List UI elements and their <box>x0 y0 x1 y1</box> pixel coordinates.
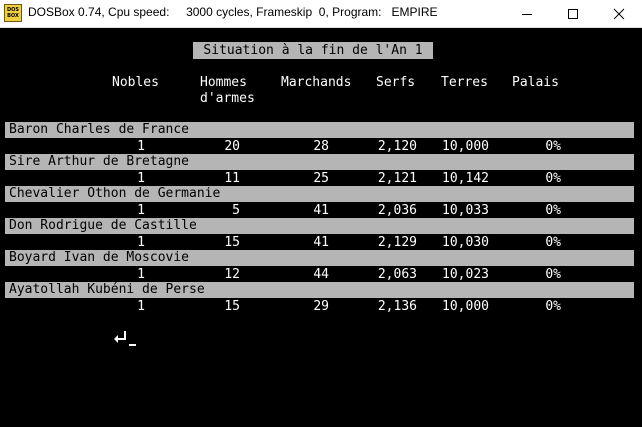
player-terres-value: 10,000 <box>442 299 489 314</box>
window-title: DOSBox 0.74, Cpu speed: 3000 cycles, Fra… <box>28 5 438 19</box>
player-marchands-value: 44 <box>313 267 329 282</box>
year-summary-heading: Situation à la fin de l'An 1 <box>193 42 433 59</box>
player-name-bar: Boyard Ivan de Moscovie <box>5 250 634 266</box>
player-nobles-value: 1 <box>137 171 145 186</box>
player-hommes-value: 15 <box>224 299 240 314</box>
player-palais-value: 0% <box>545 267 561 282</box>
player-palais-value: 0% <box>545 171 561 186</box>
player-serfs-value: 2,129 <box>377 235 417 250</box>
player-hommes-value: 12 <box>224 267 240 282</box>
column-header-marchands: Marchands <box>281 75 352 90</box>
enter-key-icon <box>114 331 136 346</box>
player-marchands-value: 28 <box>313 139 329 154</box>
player-serfs-value: 2,121 <box>377 171 417 186</box>
player-palais-value: 0% <box>545 203 561 218</box>
player-terres-value: 10,030 <box>442 235 489 250</box>
player-palais-value: 0% <box>545 299 561 314</box>
player-hommes-value: 15 <box>224 235 240 250</box>
player-palais-value: 0% <box>545 235 561 250</box>
player-nobles-value: 1 <box>137 139 145 154</box>
player-serfs-value: 2,063 <box>377 267 417 282</box>
player-name-bar: Chevalier Othon de Germanie <box>5 186 634 202</box>
player-marchands-value: 41 <box>313 203 329 218</box>
player-terres-value: 10,023 <box>442 267 489 282</box>
column-header-serfs: Serfs <box>376 75 416 90</box>
maximize-icon <box>568 9 578 19</box>
player-serfs-value: 2,120 <box>377 139 417 154</box>
maximize-button[interactable] <box>550 0 596 28</box>
player-name-bar: Ayatollah Kubéni de Perse <box>5 282 634 298</box>
player-terres-value: 10,142 <box>442 171 489 186</box>
player-marchands-value: 25 <box>313 171 329 186</box>
player-marchands-value: 41 <box>313 235 329 250</box>
player-hommes-value: 11 <box>224 171 240 186</box>
player-serfs-value: 2,136 <box>377 299 417 314</box>
window-titlebar[interactable]: DOS BOX DOSBox 0.74, Cpu speed: 3000 cyc… <box>0 0 642 28</box>
column-header-terres: Terres <box>441 75 488 90</box>
player-hommes-value: 5 <box>232 203 240 218</box>
dos-screen[interactable]: Situation à la fin de l'An 1 Nobles Homm… <box>0 28 642 427</box>
player-hommes-value: 20 <box>224 139 240 154</box>
player-nobles-value: 1 <box>137 267 145 282</box>
player-terres-value: 10,000 <box>442 139 489 154</box>
app-icon-label-bottom: BOX <box>7 13 19 19</box>
close-button[interactable] <box>596 0 642 28</box>
player-serfs-value: 2,036 <box>377 203 417 218</box>
player-nobles-value: 1 <box>137 235 145 250</box>
player-marchands-value: 29 <box>313 299 329 314</box>
player-nobles-value: 1 <box>137 203 145 218</box>
prompt-area <box>112 328 138 352</box>
minimize-button[interactable] <box>504 0 550 28</box>
player-terres-value: 10,033 <box>442 203 489 218</box>
close-icon <box>613 8 625 20</box>
column-header-hommes: Hommes d'armes <box>200 75 255 106</box>
player-name-bar: Baron Charles de France <box>5 122 634 138</box>
minimize-icon <box>522 13 532 15</box>
player-name-bar: Sire Arthur de Bretagne <box>5 154 634 170</box>
player-name-bar: Don Rodrigue de Castille <box>5 218 634 234</box>
player-palais-value: 0% <box>545 139 561 154</box>
dosbox-app-icon[interactable]: DOS BOX <box>4 4 22 22</box>
column-header-nobles: Nobles <box>112 75 159 90</box>
column-header-palais: Palais <box>512 75 559 90</box>
player-nobles-value: 1 <box>137 299 145 314</box>
